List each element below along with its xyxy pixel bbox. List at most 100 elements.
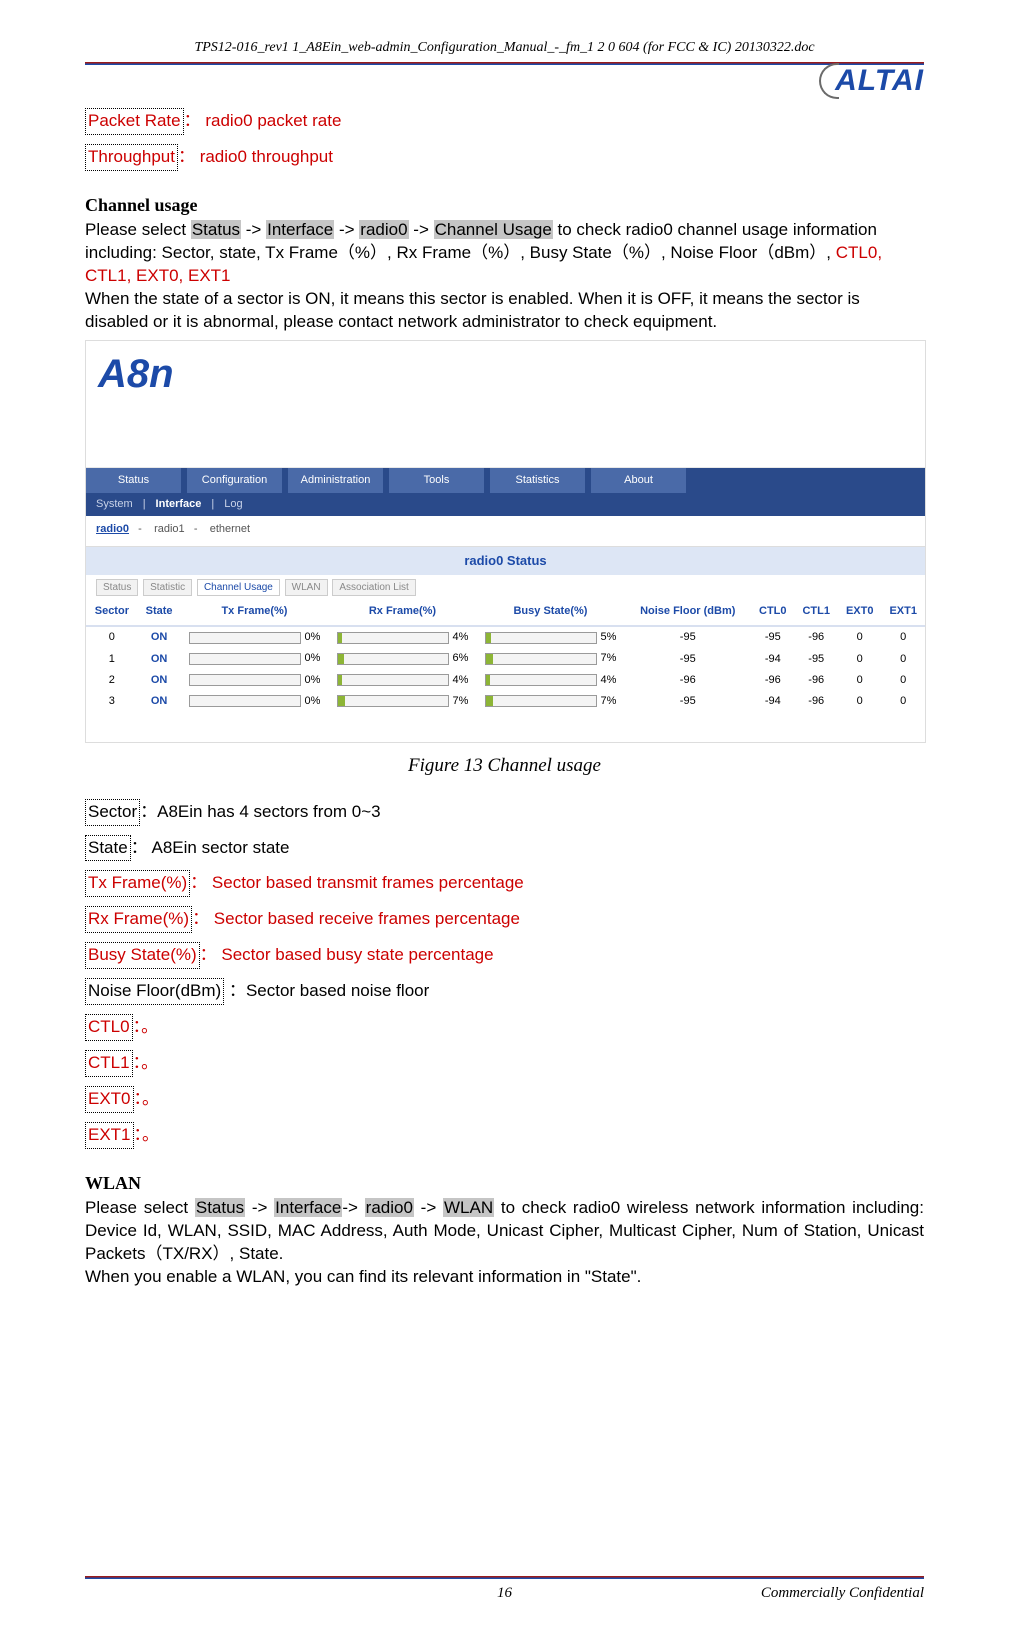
iface-radio1[interactable]: radio1	[154, 523, 185, 535]
text: Please select	[85, 220, 191, 239]
nav-statistics[interactable]: Statistics	[490, 468, 585, 493]
cell-nf: -96	[624, 670, 751, 691]
nav-radio0-chip: radio0	[365, 1198, 414, 1217]
nav-administration[interactable]: Administration	[288, 468, 383, 493]
def-state: State： A8Ein sector state	[85, 835, 924, 862]
footer-rule	[85, 1576, 924, 1579]
bar-cell: 4%	[328, 626, 476, 648]
table-row: 3ON0%7%7%-95-94-9600	[86, 691, 925, 712]
progress-bar	[337, 674, 449, 686]
tab-channel-usage[interactable]: Channel Usage	[197, 579, 280, 596]
nav-about[interactable]: About	[591, 468, 686, 493]
cell-ext0: 0	[838, 648, 881, 669]
nav-status-chip: Status	[195, 1198, 245, 1217]
cell-sector: 2	[86, 670, 138, 691]
arrow: ->	[245, 1198, 274, 1217]
cell-nf: -95	[624, 626, 751, 648]
bar-cell: 0%	[180, 626, 328, 648]
nav-interface-chip: Interface	[266, 220, 334, 239]
heading-channel-usage: Channel usage	[85, 193, 924, 217]
bar-cell: 0%	[180, 691, 328, 712]
bar-value: 0%	[305, 694, 321, 709]
nav-channel-usage-chip: Channel Usage	[434, 220, 553, 239]
bar-value: 6%	[453, 651, 469, 666]
arrow: ->	[409, 220, 434, 239]
ss-spacer	[86, 419, 925, 468]
cell-ext1: 0	[881, 626, 925, 648]
progress-bar	[485, 653, 597, 665]
channel-usage-p1: Please select Status -> Interface -> rad…	[85, 219, 924, 288]
logo-row: ALTAI	[85, 63, 924, 99]
nav-configuration[interactable]: Configuration	[187, 468, 282, 493]
th-tx: Tx Frame(%)	[180, 598, 328, 626]
table-row: 1ON0%6%7%-95-94-9500	[86, 648, 925, 669]
subnav-system[interactable]: System	[96, 497, 133, 512]
logo-text: ALTAI	[835, 64, 924, 98]
panel-title: radio0 Status	[86, 547, 925, 575]
th-busy: Busy State(%)	[476, 598, 624, 626]
doc-header-filename: TPS12-016_rev1 1_A8Ein_web-admin_Configu…	[85, 40, 924, 56]
def-ctl0: CTL0：。	[85, 1014, 924, 1041]
wlan-p2: When you enable a WLAN, you can find its…	[85, 1266, 924, 1289]
cell-sector: 1	[86, 648, 138, 669]
cell-ext0: 0	[838, 670, 881, 691]
nav-radio0-chip: radio0	[359, 220, 408, 239]
tab-association-list[interactable]: Association List	[332, 579, 415, 596]
nav-interface-chip: Interface	[274, 1198, 342, 1217]
confidential-label: Commercially Confidential	[724, 1585, 924, 1602]
cell-sector: 3	[86, 691, 138, 712]
channel-usage-table: Sector State Tx Frame(%) Rx Frame(%) Bus…	[86, 598, 925, 712]
sector-desc: A8Ein has 4 sectors from 0~3	[157, 802, 380, 821]
tab-wlan[interactable]: WLAN	[285, 579, 328, 596]
panel-tabs: Status Statistic Channel Usage WLAN Asso…	[86, 575, 925, 595]
iface-ethernet[interactable]: ethernet	[210, 523, 250, 535]
bar-value: 7%	[601, 651, 617, 666]
altai-logo: ALTAI	[819, 63, 924, 99]
page-footer: 16 Commercially Confidential	[85, 1576, 924, 1602]
content-body: Packet Rate： radio0 packet rate Throughp…	[85, 108, 924, 1289]
nav-wlan-chip: WLAN	[443, 1198, 494, 1217]
channel-usage-p2: When the state of a sector is ON, it mea…	[85, 288, 924, 334]
packet-rate-desc: radio0 packet rate	[205, 111, 341, 130]
progress-bar	[337, 653, 449, 665]
progress-bar	[485, 674, 597, 686]
cell-ctl1: -95	[795, 648, 838, 669]
wlan-p1: Please select Status -> Interface-> radi…	[85, 1197, 924, 1266]
tx-desc: Sector based transmit frames percentage	[212, 873, 524, 892]
cell-ext1: 0	[881, 691, 925, 712]
nav-tools[interactable]: Tools	[389, 468, 484, 493]
subnav-interface[interactable]: Interface	[156, 497, 202, 512]
def-nf: Noise Floor(dBm) ：Sector based noise flo…	[85, 978, 924, 1005]
interface-selector: radio0 - radio1 - ethernet	[86, 516, 925, 548]
cell-sector: 0	[86, 626, 138, 648]
th-ext0: EXT0	[838, 598, 881, 626]
progress-bar	[189, 695, 301, 707]
table-row: 2ON0%4%4%-96-96-9600	[86, 670, 925, 691]
nf-label: Noise Floor(dBm)	[85, 978, 224, 1005]
cell-ctl0: -94	[751, 691, 794, 712]
def-ctl1: CTL1：。	[85, 1050, 924, 1077]
subnav-log[interactable]: Log	[224, 497, 242, 512]
rx-desc: Sector based receive frames percentage	[214, 909, 520, 928]
bar-value: 7%	[453, 694, 469, 709]
ctl1-dot: 。	[141, 1053, 158, 1072]
throughput-desc: radio0 throughput	[200, 147, 333, 166]
tab-statistic[interactable]: Statistic	[143, 579, 192, 596]
ctl0-dot: 。	[141, 1017, 158, 1036]
table-row: 0ON0%4%5%-95-95-9600	[86, 626, 925, 648]
bar-cell: 0%	[180, 648, 328, 669]
sector-label: Sector	[85, 799, 140, 826]
cell-ctl0: -96	[751, 670, 794, 691]
throughput-label: Throughput	[85, 144, 178, 171]
def-packet-rate: Packet Rate： radio0 packet rate	[85, 108, 924, 135]
tab-status[interactable]: Status	[96, 579, 138, 596]
nav-status[interactable]: Status	[86, 468, 181, 493]
page-number: 16	[285, 1585, 724, 1602]
cell-state: ON	[138, 670, 181, 691]
iface-radio0[interactable]: radio0	[96, 523, 129, 535]
def-tx: Tx Frame(%)： Sector based transmit frame…	[85, 870, 924, 897]
main-nav: Status Configuration Administration Tool…	[86, 468, 925, 493]
tx-label: Tx Frame(%)	[85, 870, 190, 897]
cell-ext1: 0	[881, 670, 925, 691]
th-rx: Rx Frame(%)	[328, 598, 476, 626]
